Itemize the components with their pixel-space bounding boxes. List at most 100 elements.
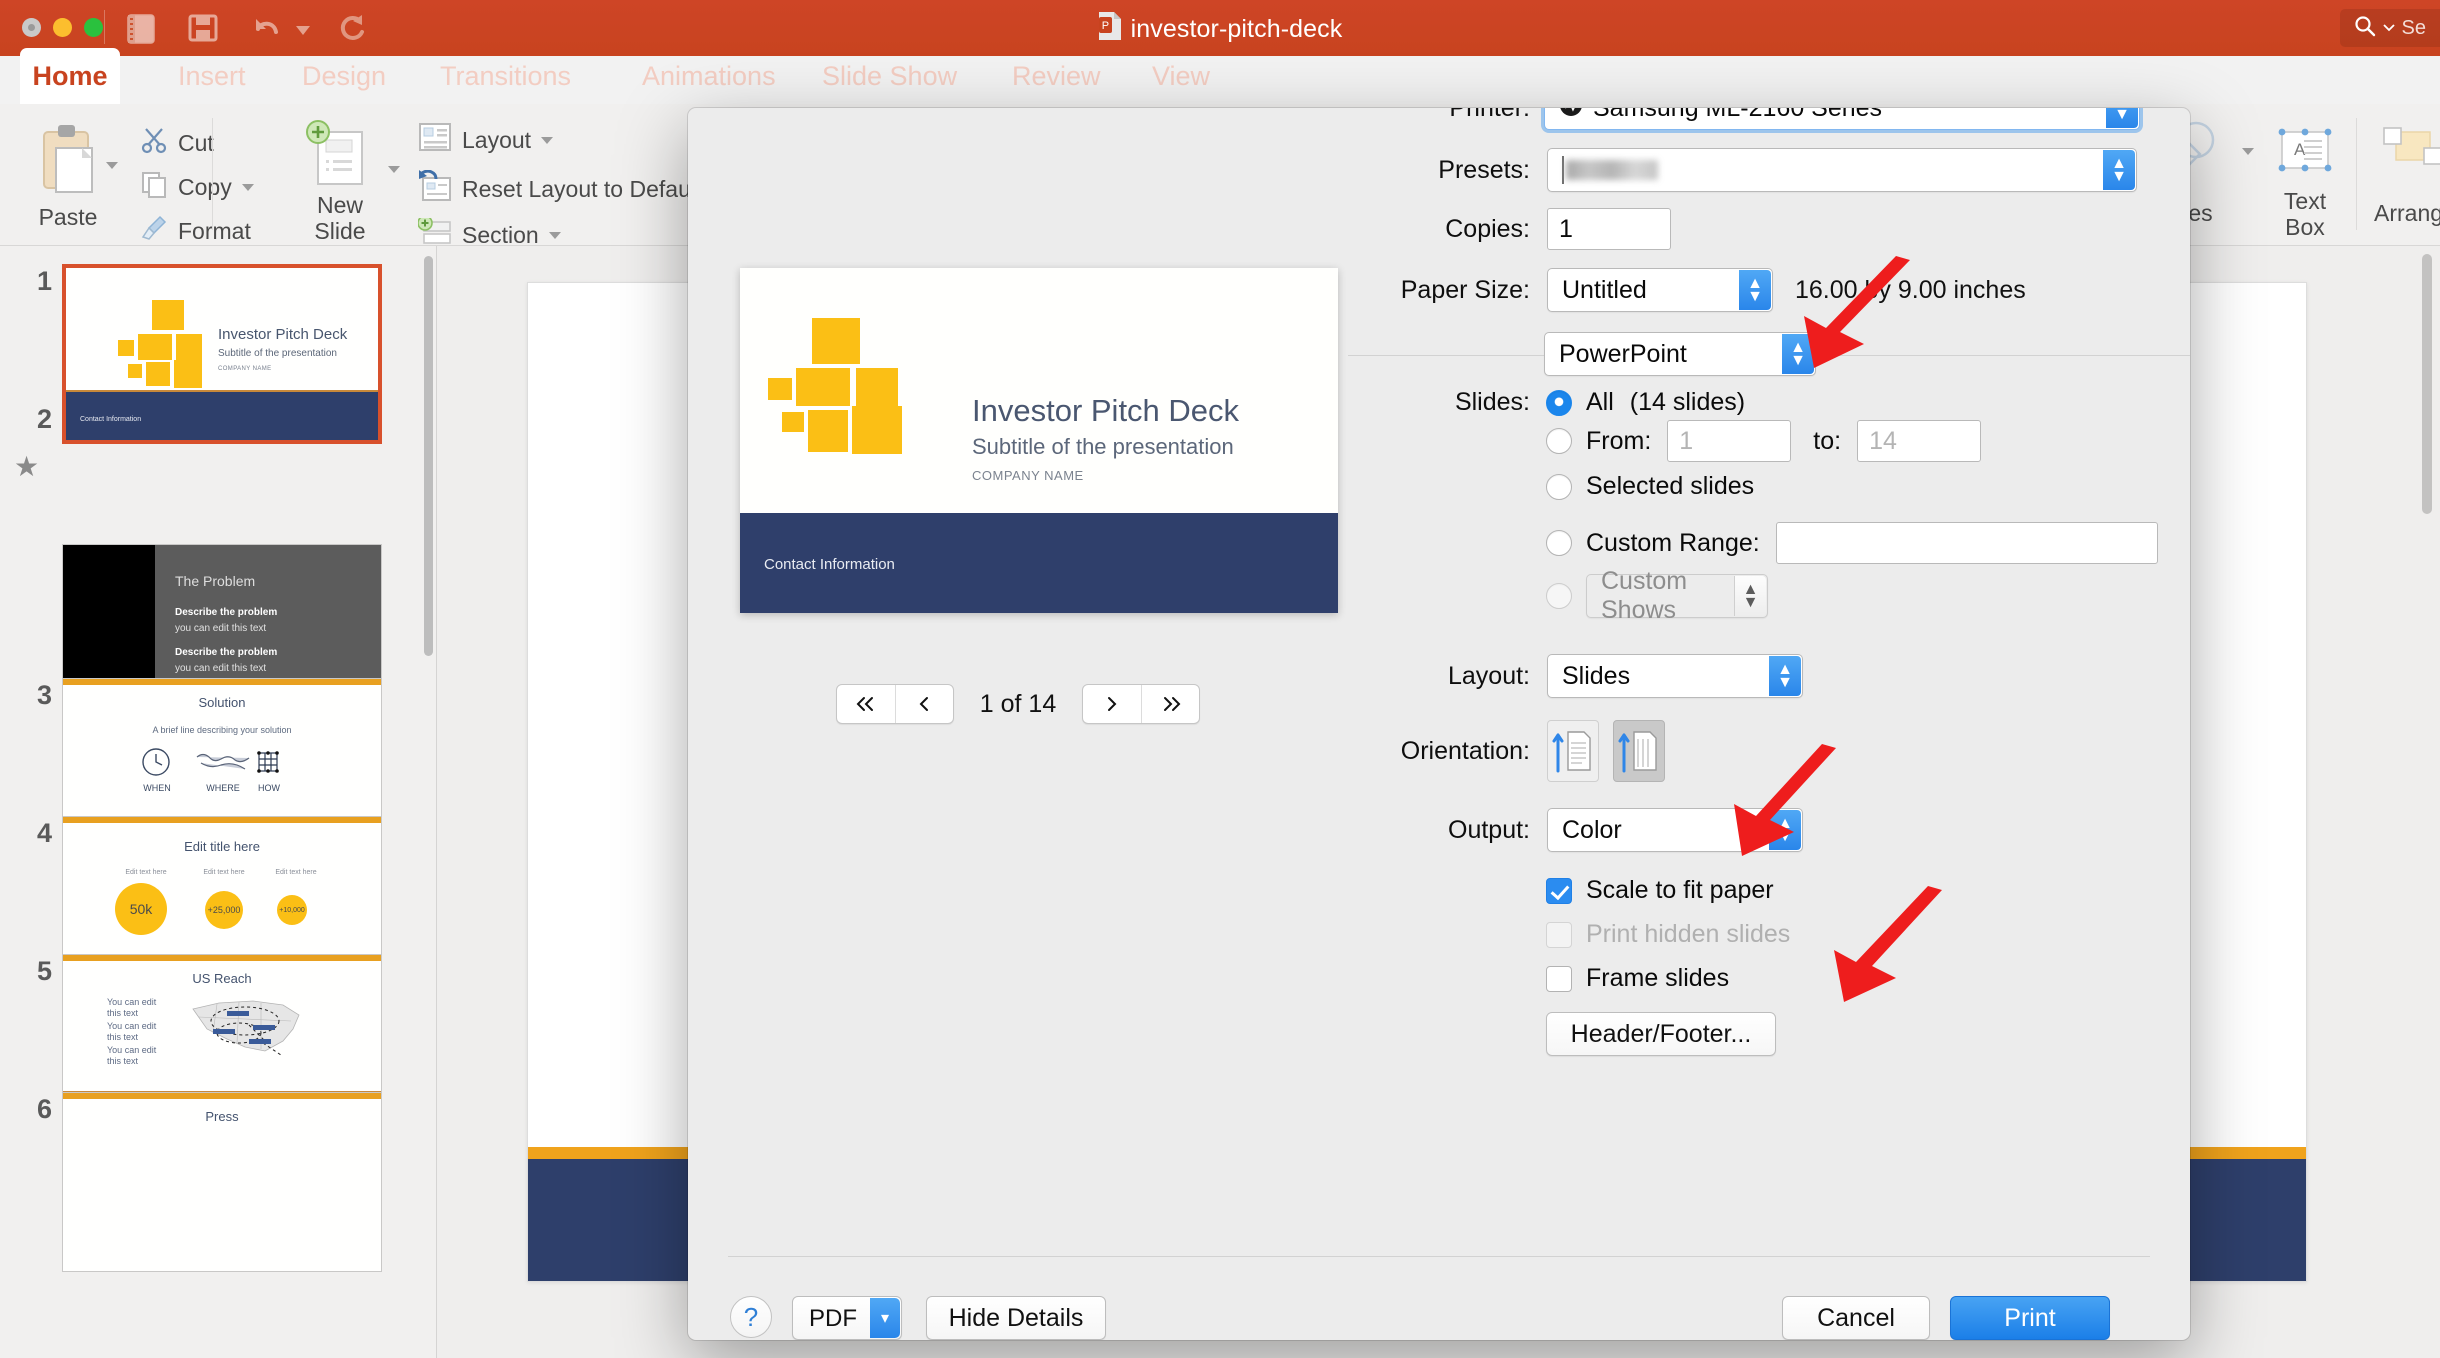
preview-pager[interactable]: 1 of 14 [688, 684, 1348, 724]
presets-caret-bar [1562, 156, 1564, 184]
custom-shows-stepper-icon[interactable]: ▲ ▼ [1734, 576, 1766, 616]
new-slide-label-line2: Slide [314, 218, 366, 244]
slide-panel-scrollbar[interactable] [424, 256, 433, 656]
presets-select[interactable]: ▲ ▼ [1547, 148, 2137, 192]
tab-transitions[interactable]: Transitions [418, 48, 593, 104]
search-placeholder-text: Se [2401, 16, 2426, 39]
reset-layout-button[interactable]: Reset Layout to Default [418, 169, 702, 208]
scale-to-fit-checkbox[interactable] [1546, 877, 1572, 904]
cut-label: Cut [178, 129, 214, 156]
header-footer-button[interactable]: Header/Footer... [1546, 1012, 1776, 1056]
layout-button[interactable]: Layout [418, 122, 554, 158]
printer-status-icon [1559, 108, 1583, 124]
help-button[interactable]: ? [730, 1296, 772, 1338]
pager-page-info: 1 of 14 [979, 689, 1057, 718]
pdf-button[interactable]: PDF ▾ [792, 1296, 902, 1340]
slide2-body2: you can edit this text [175, 663, 267, 674]
text-box-icon[interactable]: A [2276, 126, 2334, 181]
presets-label: Presets: [1438, 155, 1530, 184]
pager-next-button[interactable] [1083, 685, 1141, 723]
tab-slide-show-label: Slide Show [822, 60, 958, 91]
shapes-dropdown-caret-icon[interactable] [2242, 148, 2254, 155]
search-dropdown-caret-icon[interactable] [2382, 19, 2395, 37]
slide1-footer: Contact Information [80, 416, 142, 423]
orientation-landscape-button[interactable] [1613, 720, 1665, 782]
pdf-dropdown-caret-icon[interactable]: ▾ [870, 1298, 900, 1338]
tab-slide-show[interactable]: Slide Show [800, 48, 979, 104]
cut-button[interactable]: Cut [140, 126, 214, 160]
ribbon-tab-bar[interactable]: Home Insert Design Transitions Animation… [0, 48, 2440, 104]
pager-last-button[interactable] [1141, 685, 1199, 723]
copy-icon [140, 170, 168, 204]
reset-layout-icon [418, 169, 452, 208]
orientation-portrait-button[interactable] [1547, 720, 1599, 782]
paste-button[interactable] [32, 122, 102, 205]
slides-to-input[interactable]: 14 [1857, 420, 1982, 462]
slides-all-count: (14 slides) [1629, 388, 1746, 416]
tab-view-label: View [1152, 60, 1211, 91]
layout-dropdown-caret-icon[interactable] [541, 136, 554, 144]
layout-stepper-icon[interactable]: ▲ ▼ [1769, 656, 1801, 696]
tab-animations[interactable]: Animations [620, 48, 798, 104]
copies-input[interactable]: 1 [1547, 208, 1671, 250]
new-slide-dropdown-caret-icon[interactable] [388, 166, 400, 173]
animation-star-icon: ★ [14, 451, 40, 482]
cancel-button[interactable]: Cancel [1782, 1296, 1930, 1340]
paper-size-arrow [1804, 256, 1910, 368]
slide-thumb-image-6[interactable]: Press [62, 1092, 382, 1272]
layout-select[interactable]: Slides ▲ ▼ [1547, 654, 1803, 698]
print-preview-pane: Investor Pitch Deck Subtitle of the pres… [688, 108, 1348, 1296]
pager-first-button[interactable] [837, 685, 895, 723]
print-button[interactable]: Print [1950, 1296, 2110, 1340]
tab-design[interactable]: Design [280, 48, 408, 104]
slide4-caption-3: Edit text here [275, 869, 317, 876]
slides-all-radio[interactable] [1546, 389, 1572, 416]
custom-shows-select[interactable]: Custom Shows ▲ ▼ [1586, 567, 1768, 624]
tab-transitions-label: Transitions [440, 60, 572, 91]
tab-view[interactable]: View [1130, 48, 1232, 104]
hide-details-button[interactable]: Hide Details [926, 1296, 1106, 1340]
slides-custom-shows-radio[interactable] [1546, 583, 1572, 609]
slide5-line-5: You can edit [107, 1045, 157, 1055]
slide-thumb-image-1[interactable]: Investor Pitch Deck Subtitle of the pres… [62, 264, 382, 444]
copy-button[interactable]: Copy [140, 170, 254, 204]
pager-next-group[interactable] [1082, 684, 1201, 724]
slide-thumbnail-panel[interactable]: 1 Investor Pitch Deck Subtitle of the pr… [0, 246, 437, 1358]
section-dropdown-caret-icon[interactable] [548, 231, 561, 239]
slide-number-2: 2 [36, 404, 52, 434]
slides-custom-range-input[interactable] [1775, 522, 2158, 564]
format-painter-button[interactable]: Format [140, 214, 251, 248]
pager-prev-button[interactable] [894, 685, 953, 723]
tab-design-label: Design [302, 60, 387, 91]
new-slide-button[interactable] [304, 120, 374, 199]
slide5-line-4: this text [107, 1032, 139, 1042]
cancel-label: Cancel [1817, 1303, 1895, 1332]
print-label: Print [2004, 1303, 2056, 1332]
hide-details-label: Hide Details [948, 1303, 1084, 1332]
orientation-arrow [1734, 744, 1836, 856]
copy-dropdown-caret-icon[interactable] [241, 183, 254, 191]
slides-from-radio[interactable] [1546, 428, 1572, 454]
tab-home[interactable]: Home [20, 48, 120, 104]
slides-custom-range-radio[interactable] [1546, 530, 1572, 556]
pager-prev-group[interactable] [835, 684, 954, 724]
presets-stepper-icon[interactable]: ▲ ▼ [2103, 150, 2135, 190]
printer-label: Printer: [1348, 108, 1530, 123]
printer-select[interactable]: Samsung ML-2160 Series ▲▼ [1544, 108, 2140, 130]
layout-icon [418, 122, 452, 158]
tab-insert[interactable]: Insert [156, 48, 268, 104]
print-dialog[interactable]: Investor Pitch Deck Subtitle of the pres… [688, 108, 2190, 1340]
ribbon-group-slides: New Slide Layout Reset Layout to Default [270, 104, 730, 248]
ribbon-group-clipboard: Paste Cut Copy Format [0, 104, 270, 246]
tab-review[interactable]: Review [990, 48, 1123, 104]
slides-selected-radio[interactable] [1546, 473, 1572, 500]
section-label: Section [462, 221, 539, 248]
printer-stepper-icon[interactable]: ▲▼ [2106, 108, 2138, 128]
search-box[interactable]: Se [2339, 9, 2440, 47]
paste-dropdown-caret-icon[interactable] [106, 162, 118, 169]
frame-slides-checkbox[interactable] [1546, 965, 1572, 992]
arrange-icon[interactable] [2382, 126, 2440, 181]
slides-from-input[interactable]: 1 [1667, 420, 1792, 462]
editor-vertical-scrollbar[interactable] [2422, 254, 2432, 514]
slide2-body1: you can edit this text [175, 623, 267, 634]
